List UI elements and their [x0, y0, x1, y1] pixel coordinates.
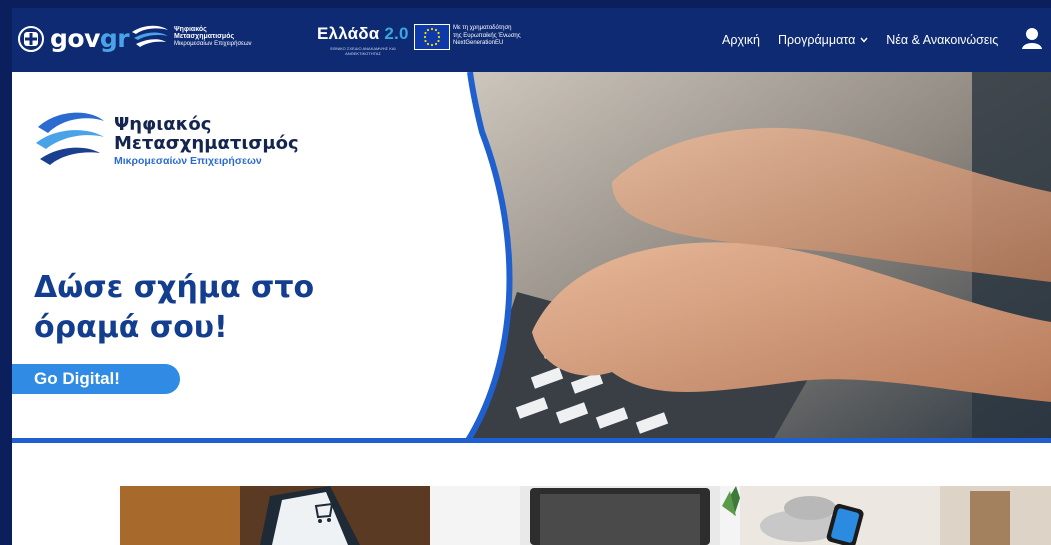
- brand-line1: Ψηφιακός: [114, 114, 212, 135]
- nav-link-programs[interactable]: Προγράμματα: [778, 33, 868, 47]
- ellada-title: Ελλάδα: [317, 24, 380, 43]
- chevron-down-icon: [860, 37, 868, 43]
- go-digital-button[interactable]: Go Digital!: [12, 364, 180, 394]
- main-menu: Αρχική Προγράμματα Νέα & Ανακοινώσεις: [722, 8, 998, 72]
- govgr-wordmark: govgr: [50, 24, 130, 53]
- eshop-phone-image: [120, 486, 430, 545]
- ellada-version: 2.0: [384, 24, 409, 43]
- govgr-logo[interactable]: govgr: [18, 24, 130, 53]
- hero-divider: [12, 438, 1051, 443]
- swirl-logo-icon: [36, 112, 104, 165]
- greek-emblem-icon: [18, 25, 44, 52]
- card-kitchen[interactable]: [740, 486, 1051, 545]
- hero-banner: Ψηφιακός Μετασχηματισμός Μικρομεσαίων Επ…: [12, 72, 1051, 442]
- dm-small-line2: Μετασχηματισμός: [174, 33, 235, 41]
- ellada-subtitle: ΕΘΝΙΚΟ ΣΧΕΔΙΟ ΑΝΑΚΑΜΨΗΣ ΚΑΙ ΑΝΘΕΚΤΙΚΟΤΗΤ…: [330, 46, 396, 56]
- browser-viewport: govgr Ψηφιακός Μετασχηματισμός Μικρομεσα…: [12, 8, 1051, 545]
- program-cards-row: [120, 486, 1051, 545]
- card-eshop[interactable]: [120, 486, 430, 545]
- laptop-desk-image: [430, 486, 740, 545]
- kitchen-tablet-image: [740, 486, 1051, 545]
- top-navbar: govgr Ψηφιακός Μετασχηματισμός Μικρομεσα…: [12, 8, 1051, 72]
- user-icon[interactable]: [1019, 25, 1045, 51]
- digital-transformation-logo: Ψηφιακός Μετασχηματισμός Μικρομεσαίων Επ…: [34, 105, 299, 177]
- eu-flag-icon: [414, 24, 450, 50]
- card-laptop[interactable]: [430, 486, 740, 545]
- hero-headline: Δώσε σχήμα στο όραμά σου!: [34, 270, 315, 345]
- nav-link-news[interactable]: Νέα & Ανακοινώσεις: [886, 33, 998, 47]
- ellada-2-logo[interactable]: Ελλάδα 2.0 ΕΘΝΙΚΟ ΣΧΕΔΙΟ ΑΝΑΚΑΜΨΗΣ ΚΑΙ Α…: [317, 24, 409, 56]
- dm-small-line1: Ψηφιακός: [174, 25, 207, 33]
- dm-small-line3: Μικρομεσαίων Επιχειρήσεων: [174, 40, 252, 47]
- brand-line3: Μικρομεσαίων Επιχειρήσεων: [114, 155, 262, 167]
- digital-transformation-small-logo[interactable]: Ψηφιακός Μετασχηματισμός Μικρομεσαίων Επ…: [130, 24, 252, 50]
- brand-line2: Μετασχηματισμός: [114, 133, 299, 154]
- swirl-logo-icon: [132, 25, 168, 47]
- nav-link-home[interactable]: Αρχική: [722, 33, 760, 47]
- eu-funding-text: Με τη χρηματοδότηση της Ευρωπαϊκής Ένωση…: [453, 25, 521, 46]
